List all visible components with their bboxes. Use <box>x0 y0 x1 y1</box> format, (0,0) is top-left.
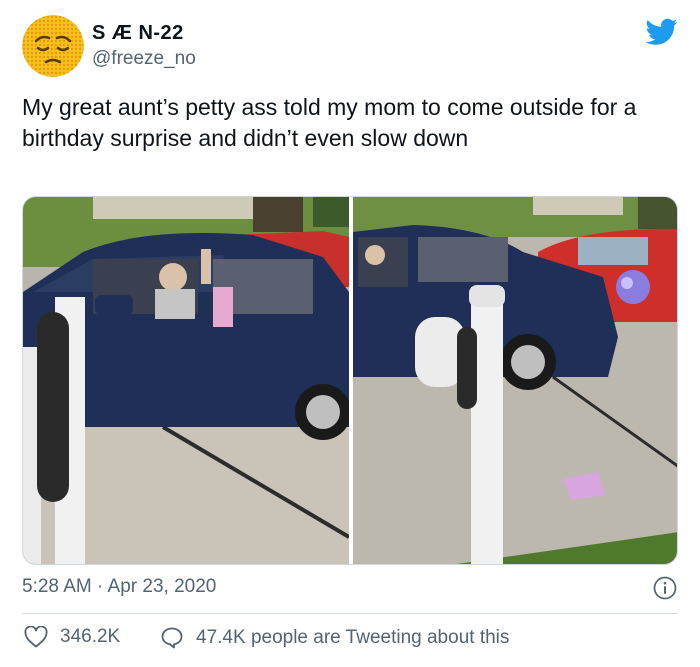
like-count: 346.2K <box>60 626 121 647</box>
tweet-media[interactable] <box>22 196 678 565</box>
pensive-face-emoji-icon <box>22 15 84 77</box>
tweet-text: My great aunt’s petty ass told my mom to… <box>22 94 637 151</box>
divider <box>22 613 678 614</box>
info-icon[interactable] <box>653 576 677 600</box>
tweeting-label: people are Tweeting about this <box>250 627 510 648</box>
like-button[interactable]: 346.2K <box>24 626 120 648</box>
tweeting-count: 47.4K <box>196 627 246 648</box>
user-handle[interactable]: @freeze_no <box>92 48 196 70</box>
tweet-card[interactable]: S Æ N-22 @freeze_no My great aunt’s pett… <box>0 0 700 667</box>
avatar[interactable] <box>22 15 84 77</box>
tweeting-about-link[interactable]: 47.4K people are Tweeting about this <box>160 626 509 650</box>
twitter-bird-icon[interactable] <box>646 18 678 46</box>
display-name[interactable]: S Æ N-22 <box>92 22 184 45</box>
heart-icon <box>24 626 48 648</box>
photo-car-driving-away-right[interactable] <box>353 197 677 564</box>
speech-bubble-icon <box>161 627 183 649</box>
photo-car-waving-left[interactable] <box>23 197 349 564</box>
tweet-timestamp[interactable]: 5:28 AM · Apr 23, 2020 <box>22 576 216 598</box>
